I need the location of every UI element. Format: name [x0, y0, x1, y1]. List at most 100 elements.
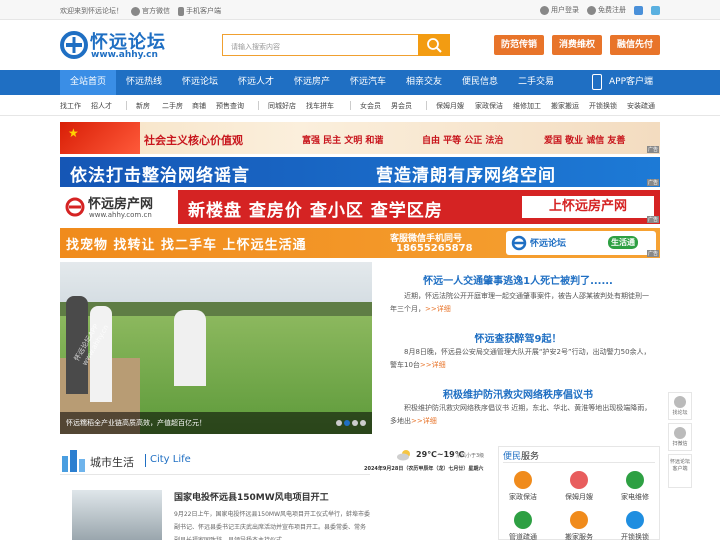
nav-secondhand[interactable]: 二手交易 — [510, 70, 562, 95]
banner-anti-rumor[interactable]: 依法打击整治网络谣言 营造清朗有序网络空间 广告 — [60, 157, 660, 187]
banner-realestate-domain: www.ahhy.com.cn — [89, 211, 152, 219]
anti-pyramid-button[interactable]: 防范传销 — [494, 35, 544, 55]
sub-nav: 找工作 招人才 新房 二手房 商铺 预售查询 同城好店 找车拼车 女会员 男会员… — [0, 95, 720, 116]
side-find-forum[interactable]: 找论坛 — [668, 392, 692, 420]
banner-life-service[interactable]: 找宠物 找转让 找二手车 上怀远生活通 客服微信手机同号 18655265878… — [60, 228, 660, 258]
baby-icon — [570, 471, 588, 489]
ad-tag: 广告 — [646, 250, 659, 257]
service-locksmith[interactable]: 开锁换锁 — [615, 511, 655, 542]
subnav-item[interactable]: 同城好店 — [268, 101, 296, 111]
subnav-item[interactable]: 男会员 — [391, 101, 412, 111]
subnav-item[interactable]: 商铺 — [192, 101, 206, 111]
broom-icon — [514, 471, 532, 489]
search-icon — [427, 38, 442, 53]
subnav-item[interactable]: 招人才 — [91, 101, 112, 111]
banner-realestate-brand: 怀远房产网 — [88, 197, 154, 212]
logo-mark-icon — [65, 197, 85, 217]
nav-app[interactable]: APP客户端 — [588, 70, 660, 95]
side-wechat[interactable]: 扫微信 — [668, 423, 692, 451]
ad-tag: 广告 — [646, 179, 659, 186]
logo-mark-icon — [511, 235, 527, 251]
mobile-client-link[interactable]: 手机客户端 — [178, 6, 221, 16]
subnav-item[interactable]: 新房 — [136, 101, 150, 111]
news-title[interactable]: 积极维护防汛救灾网络秩序倡议书 — [376, 386, 660, 401]
slider-dot[interactable] — [360, 420, 366, 426]
nav-dating[interactable]: 相亲交友 — [398, 70, 450, 95]
side-app[interactable]: 怀远论坛客户端 — [668, 454, 692, 488]
ad-tag: 广告 — [646, 216, 659, 223]
section-title: 便民服务 — [503, 452, 540, 462]
banner-core-values[interactable]: ★ 社会主义核心价值观 富强 民主 文明 和谐 自由 平等 公正 法治 爱国 敬… — [60, 122, 660, 154]
weather-date: 2024年9月28日（农历甲辰年（龙）七月廿）星期六 — [364, 466, 484, 472]
divider — [258, 101, 259, 110]
register-link[interactable]: 免费注册 — [587, 5, 626, 15]
nav-services[interactable]: 便民信息 — [454, 70, 506, 95]
floating-sidebar: 找论坛 扫微信 怀远论坛客户端 — [668, 392, 692, 491]
news-more-link[interactable]: >>详细 — [420, 361, 446, 369]
slider-dot-active[interactable] — [344, 420, 350, 426]
service-housekeeping[interactable]: 家政保洁 — [503, 471, 543, 502]
subnav-item[interactable]: 家政保洁 — [475, 101, 503, 111]
wechat-icon — [674, 427, 686, 439]
login-link[interactable]: 用户登录 — [540, 5, 579, 15]
slider-dot[interactable] — [352, 420, 358, 426]
banner-values-title: 社会主义核心价值观 — [144, 134, 243, 147]
logo-domain: www.ahhy.cn — [91, 50, 158, 60]
service-moving[interactable]: 搬家服务 — [559, 511, 599, 542]
news-more-link[interactable]: >>详细 — [425, 305, 451, 313]
headset-icon — [674, 396, 686, 408]
search-bar: 请输入搜索内容 — [222, 34, 450, 56]
qq-login-icon[interactable] — [634, 5, 643, 15]
subnav-item[interactable]: 预售查询 — [216, 101, 244, 111]
slider-dot[interactable] — [336, 420, 342, 426]
nav-hotline[interactable]: 怀远热线 — [118, 70, 170, 95]
lock-icon — [626, 511, 644, 529]
wechat-link[interactable]: 官方微信 — [131, 6, 170, 16]
subnav-item[interactable]: 搬家搬运 — [551, 101, 579, 111]
divider — [126, 101, 127, 110]
search-input[interactable]: 请输入搜索内容 — [222, 34, 418, 56]
city-photo[interactable] — [72, 490, 162, 540]
subnav-item[interactable]: 安装疏通 — [627, 101, 655, 111]
consumer-rights-button[interactable]: 消费维权 — [552, 35, 602, 55]
service-nanny[interactable]: 保姆月嫂 — [559, 471, 599, 502]
credit-pay-button[interactable]: 融信先付 — [610, 35, 660, 55]
subnav-item[interactable]: 开锁换锁 — [589, 101, 617, 111]
nav-home[interactable]: 全站首页 — [60, 70, 116, 95]
slider-caption: 怀远糯稻全产业链高质高效，产值超百亿元！ — [66, 419, 206, 427]
subnav-item[interactable]: 女会员 — [360, 101, 381, 111]
star-icon: ★ — [68, 126, 79, 140]
nav-auto[interactable]: 怀远汽车 — [342, 70, 394, 95]
news-title[interactable]: 怀远一人交通肇事逃逸1人死亡被判了...... — [376, 272, 660, 287]
subnav-item[interactable]: 找车拼车 — [306, 101, 334, 111]
divider — [350, 101, 351, 110]
news-slider[interactable]: 怀远论坛APP www.ahhy.cn 怀远糯稻全产业链高质高效，产值超百亿元！ — [60, 262, 372, 434]
subnav-item[interactable]: 维修加工 — [513, 101, 541, 111]
nav-jobs[interactable]: 怀远人才 — [230, 70, 282, 95]
service-appliance-repair[interactable]: 家电维修 — [615, 471, 655, 502]
subnav-item[interactable]: 找工作 — [60, 101, 81, 111]
wechat-login-icon[interactable] — [651, 5, 660, 15]
phone-icon — [178, 6, 184, 16]
nav-forum[interactable]: 怀远论坛 — [174, 70, 226, 95]
cloud-sun-icon — [397, 450, 410, 461]
city-headline[interactable]: 国家电投怀远县150MW风电项目开工 — [174, 490, 329, 503]
section-title: 城市生活 — [90, 456, 134, 469]
banner-life-slogan: 找宠物 找转让 找二手车 上怀远生活通 — [66, 238, 307, 253]
section-underline — [60, 474, 370, 475]
subnav-item[interactable]: 二手房 — [162, 101, 183, 111]
service-pipe[interactable]: 管道疏通 — [503, 511, 543, 542]
search-button[interactable] — [418, 34, 450, 56]
news-title[interactable]: 怀远查获醉驾9起！ — [376, 330, 660, 345]
banner-realestate[interactable]: 怀远房产网 www.ahhy.com.cn 新楼盘 查房价 查小区 查学区房 上… — [60, 190, 660, 224]
news-more-link[interactable]: >>详细 — [411, 417, 437, 425]
banner-life-brand2: 生活通 — [608, 236, 638, 249]
banner-values-1: 富强 民主 文明 和谐 — [302, 136, 384, 146]
person-photo — [174, 310, 206, 386]
user-icon — [540, 5, 549, 15]
pipe-icon — [514, 511, 532, 529]
nav-realestate[interactable]: 怀远房产 — [286, 70, 338, 95]
site-logo[interactable]: 怀远论坛 www.ahhy.cn — [60, 28, 180, 62]
ad-tag: 广告 — [646, 146, 659, 153]
subnav-item[interactable]: 保姆月嫂 — [436, 101, 464, 111]
